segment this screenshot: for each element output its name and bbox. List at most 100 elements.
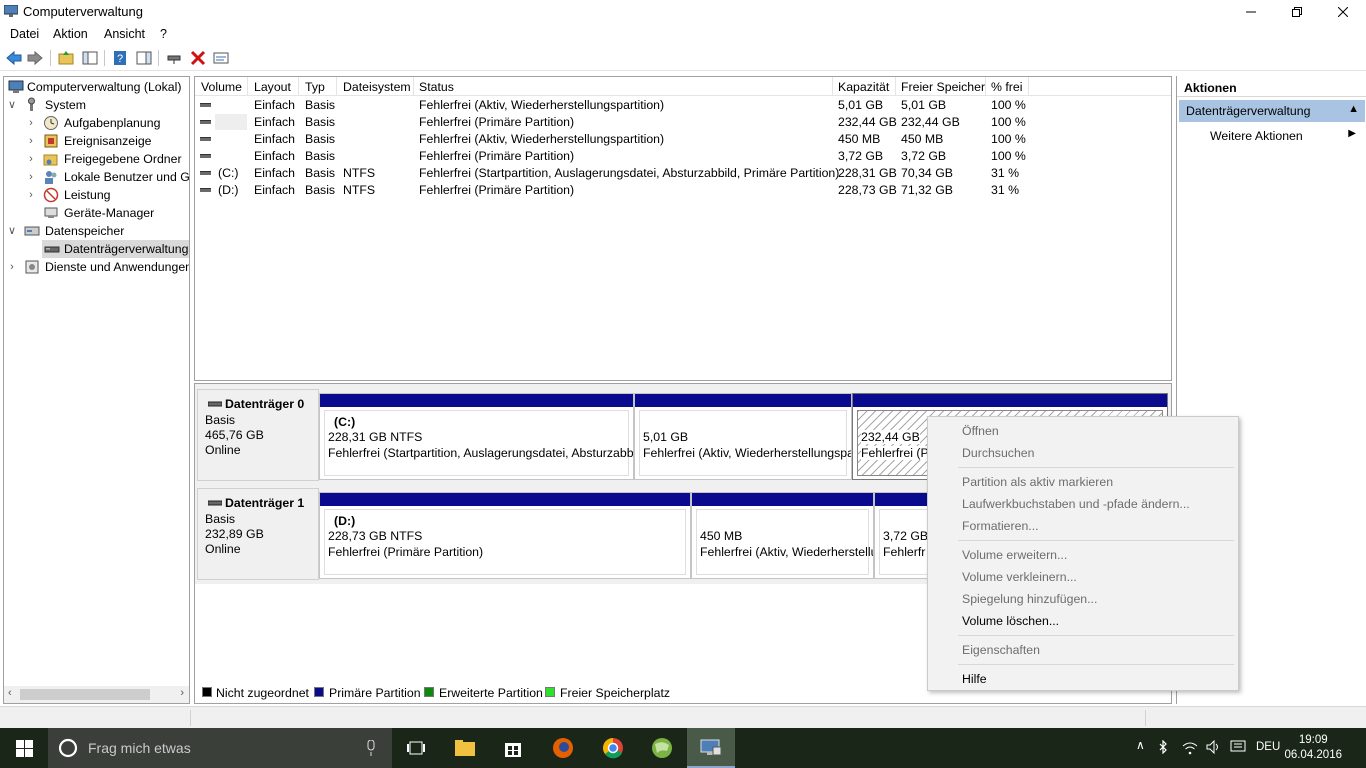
cell-type: Basis bbox=[305, 166, 336, 180]
tree-item-computer-management[interactable]: Computerverwaltung (Lokal) bbox=[4, 78, 189, 96]
tree-item-shared-folders[interactable]: › Freigegebene Ordner bbox=[4, 150, 189, 168]
volume-row[interactable]: Einfach Basis Fehlerfrei (Primäre Partit… bbox=[195, 114, 1171, 131]
up-folder-icon[interactable] bbox=[57, 49, 75, 67]
partition-size: 228,31 GB NTFS bbox=[328, 430, 423, 444]
menu-datei[interactable]: Datei bbox=[10, 27, 39, 41]
computer-management-taskbar-button[interactable] bbox=[687, 728, 735, 768]
menu-item-explore[interactable]: Durchsuchen bbox=[962, 446, 1034, 460]
partition-d[interactable]: (D:) 228,73 GB NTFS Fehlerfrei (Primäre … bbox=[319, 492, 691, 579]
more-actions-link[interactable]: Weitere Aktionen bbox=[1210, 129, 1303, 143]
help-icon[interactable]: ? bbox=[111, 49, 129, 67]
tree-item-device-manager[interactable]: Geräte-Manager bbox=[4, 204, 189, 222]
partition-c[interactable]: (C:) 228,31 GB NTFS Fehlerfrei (Startpar… bbox=[319, 393, 634, 480]
show-hidden-icons[interactable]: ∧ bbox=[1136, 738, 1145, 752]
back-icon[interactable] bbox=[5, 49, 23, 67]
menu-item-help[interactable]: Hilfe bbox=[962, 672, 987, 686]
minimize-button[interactable] bbox=[1228, 0, 1274, 24]
windows-logo-icon bbox=[16, 740, 33, 757]
column-header-type[interactable]: Typ bbox=[305, 80, 325, 94]
bluetooth-icon[interactable] bbox=[1158, 740, 1168, 754]
tree-item-event-viewer[interactable]: › Ereignisanzeige bbox=[4, 132, 189, 150]
expand-icon[interactable]: › bbox=[7, 258, 17, 276]
show-hide-tree-icon[interactable] bbox=[81, 49, 99, 67]
volume-row[interactable]: Einfach Basis Fehlerfrei (Aktiv, Wiederh… bbox=[195, 97, 1171, 114]
tree-horizontal-scrollbar[interactable]: ‹ › bbox=[4, 686, 189, 703]
tree-item-local-users[interactable]: › Lokale Benutzer und Gruppen bbox=[4, 168, 189, 186]
menu-item-change-drive-letter[interactable]: Laufwerkbuchstaben und -pfade ändern... bbox=[962, 497, 1190, 511]
volume-row[interactable]: (D:) Einfach Basis NTFS Fehlerfrei (Prim… bbox=[195, 182, 1171, 199]
menu-item-extend-volume[interactable]: Volume erweitern... bbox=[962, 548, 1067, 562]
menu-item-add-mirror[interactable]: Spiegelung hinzufügen... bbox=[962, 592, 1097, 606]
menu-item-mark-active[interactable]: Partition als aktiv markieren bbox=[962, 475, 1113, 489]
tree-label: Aufgabenplanung bbox=[64, 116, 161, 130]
tree-item-system[interactable]: ∨ System bbox=[4, 96, 189, 114]
scroll-right-icon[interactable]: › bbox=[180, 687, 184, 699]
show-action-pane-icon[interactable] bbox=[135, 49, 153, 67]
close-button[interactable] bbox=[1320, 0, 1366, 24]
store-button[interactable] bbox=[489, 728, 537, 768]
task-view-button[interactable] bbox=[392, 728, 440, 768]
actions-section-label: Datenträgerverwaltung bbox=[1186, 104, 1311, 118]
firefox-button[interactable] bbox=[539, 728, 587, 768]
menu-help[interactable]: ? bbox=[160, 27, 167, 41]
start-button[interactable] bbox=[0, 728, 48, 768]
partition-recovery-0[interactable]: 5,01 GB Fehlerfrei (Aktiv, Wiederherstel… bbox=[634, 393, 852, 480]
column-header-capacity[interactable]: Kapazität bbox=[838, 80, 889, 94]
microphone-icon[interactable] bbox=[366, 740, 376, 756]
volume-row[interactable]: Einfach Basis Fehlerfrei (Aktiv, Wiederh… bbox=[195, 131, 1171, 148]
forward-icon[interactable] bbox=[26, 49, 44, 67]
wifi-icon[interactable] bbox=[1182, 741, 1198, 755]
input-language[interactable]: DEU bbox=[1256, 741, 1280, 753]
delete-icon[interactable] bbox=[189, 49, 207, 67]
cell-capacity: 5,01 GB bbox=[838, 98, 884, 112]
column-header-free-space[interactable]: Freier Speicher bbox=[901, 80, 985, 94]
volume-row[interactable]: Einfach Basis Fehlerfrei (Primäre Partit… bbox=[195, 148, 1171, 165]
cell-free-space: 5,01 GB bbox=[901, 98, 947, 112]
volume-row[interactable]: (C:) Einfach Basis NTFS Fehlerfrei (Star… bbox=[195, 165, 1171, 182]
disk-1-info[interactable]: Datenträger 1 Basis 232,89 GB Online bbox=[197, 488, 319, 580]
disk-icon bbox=[200, 120, 211, 124]
column-header-layout[interactable]: Layout bbox=[254, 80, 291, 94]
connect-drive-icon[interactable] bbox=[165, 49, 183, 67]
scroll-left-icon[interactable]: ‹ bbox=[8, 687, 12, 699]
column-header-volume[interactable]: Volume bbox=[201, 80, 242, 94]
menu-item-open[interactable]: Öffnen bbox=[962, 424, 999, 438]
disk-0-info[interactable]: Datenträger 0 Basis 465,76 GB Online bbox=[197, 389, 319, 481]
file-explorer-button[interactable] bbox=[441, 728, 489, 768]
tree-item-task-scheduler[interactable]: › Aufgabenplanung bbox=[4, 114, 189, 132]
taskbar-search-box[interactable]: Frag mich etwas bbox=[48, 728, 392, 768]
expand-icon[interactable]: › bbox=[26, 150, 36, 168]
menu-item-format[interactable]: Formatieren... bbox=[962, 519, 1039, 533]
menu-item-properties[interactable]: Eigenschaften bbox=[962, 643, 1040, 657]
volume-icon[interactable] bbox=[1206, 740, 1222, 754]
tree-item-disk-management[interactable]: Datenträgerverwaltung bbox=[42, 240, 189, 258]
actions-section-disk-management[interactable]: Datenträgerverwaltung ▲ bbox=[1179, 100, 1365, 122]
disk-icon bbox=[208, 500, 222, 506]
expand-icon[interactable]: › bbox=[26, 132, 36, 150]
expand-icon[interactable]: › bbox=[26, 186, 36, 204]
column-header-filesystem[interactable]: Dateisystem bbox=[343, 80, 411, 94]
menu-ansicht[interactable]: Ansicht bbox=[104, 27, 145, 41]
column-header-percent-free[interactable]: % frei bbox=[991, 80, 1022, 94]
maximize-button[interactable] bbox=[1274, 0, 1320, 24]
properties-icon[interactable] bbox=[212, 49, 230, 67]
collapse-icon[interactable]: ∨ bbox=[7, 96, 17, 114]
expand-icon[interactable]: › bbox=[26, 114, 36, 132]
expand-icon[interactable]: › bbox=[26, 168, 36, 186]
menu-item-delete-volume[interactable]: Volume löschen... bbox=[962, 614, 1059, 628]
tree-item-services[interactable]: › Dienste und Anwendungen bbox=[4, 258, 189, 276]
column-header-status[interactable]: Status bbox=[419, 80, 454, 94]
collapse-icon[interactable]: ∨ bbox=[7, 222, 17, 240]
menu-item-shrink-volume[interactable]: Volume verkleinern... bbox=[962, 570, 1077, 584]
tree-item-storage[interactable]: ∨ Datenspeicher bbox=[4, 222, 189, 240]
clock[interactable]: 19:09 06.04.2016 bbox=[1284, 733, 1342, 763]
chrome-button[interactable] bbox=[589, 728, 637, 768]
scroll-thumb[interactable] bbox=[20, 689, 150, 700]
tree-item-performance[interactable]: › Leistung bbox=[4, 186, 189, 204]
notifications-icon[interactable] bbox=[1230, 740, 1246, 754]
collapse-up-icon[interactable]: ▲ bbox=[1348, 103, 1359, 115]
network-app-button[interactable] bbox=[638, 728, 686, 768]
disk-icon bbox=[200, 171, 211, 175]
menu-aktion[interactable]: Aktion bbox=[53, 27, 88, 41]
partition-recovery-1[interactable]: 450 MB Fehlerfrei (Aktiv, Wiederherstell… bbox=[691, 492, 874, 579]
